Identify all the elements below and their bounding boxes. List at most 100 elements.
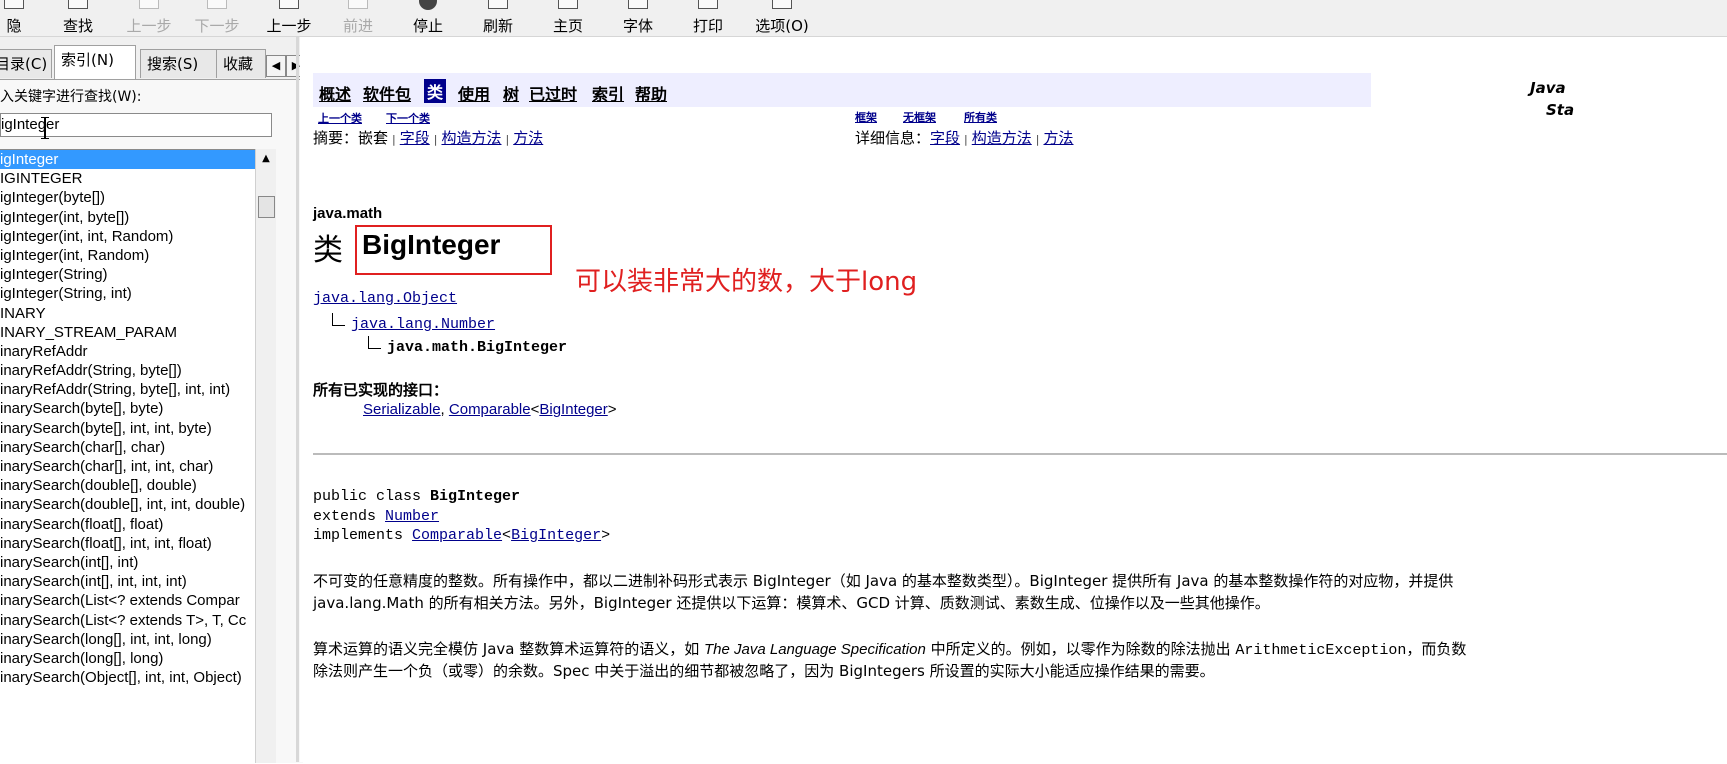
class-name: BigInteger [362, 229, 501, 260]
summary-method-link[interactable]: 方法 [513, 129, 543, 147]
font-button[interactable]: 字体 [620, 0, 656, 36]
list-item[interactable]: inarySearch(double[], double) [0, 476, 255, 495]
list-item[interactable]: inarySearch(long[], long) [0, 649, 255, 668]
navigation-pane: 目录(C) 索引(N) 搜索(S) 收藏 ◀ ▶ 入关键字进行查找(W): ig… [0, 37, 306, 764]
pane-splitter[interactable] [296, 37, 299, 762]
scroll-up-icon[interactable]: ▲ [256, 149, 276, 169]
all-classes-link[interactable]: 所有类 [964, 109, 997, 125]
list-item[interactable]: inarySearch(byte[], byte) [0, 399, 255, 418]
home-button[interactable]: 主页 [550, 0, 586, 36]
list-item[interactable]: inarySearch(Object[], int, int, Object) [0, 668, 255, 687]
index-list-scrollbar[interactable]: ▲ [255, 149, 276, 763]
list-item[interactable]: inarySearch(int[], int, int, int) [0, 572, 255, 591]
list-item[interactable]: igInteger(int, Random) [0, 246, 255, 265]
nav-help-link[interactable]: 帮助 [635, 81, 667, 105]
para2-spec-title: The Java Language Specification [704, 641, 926, 658]
arrow-up-icon [139, 0, 159, 9]
iface-biginteger-link[interactable]: BigInteger [539, 401, 607, 418]
tab-favorites[interactable]: 收藏 [216, 49, 266, 78]
list-item[interactable]: igInteger(String, int) [0, 284, 255, 303]
summary-field-link[interactable]: 字段 [400, 129, 430, 147]
list-item[interactable]: inarySearch(double[], int, int, double) [0, 495, 255, 514]
stop-button[interactable]: 停止 [410, 0, 446, 36]
forward-button-label: 前进 [342, 17, 373, 35]
description-para1-line1: 不可变的任意精度的整数。所有操作中，都以二进制补码形式表示 BigInteger… [313, 572, 1454, 590]
no-frames-link[interactable]: 无框架 [903, 109, 936, 125]
back-button[interactable]: 上一步 [264, 0, 314, 36]
serializable-link[interactable]: Serializable [363, 401, 441, 418]
hierarchy-object: java.lang.Object [313, 290, 457, 307]
decl-comparable-link[interactable]: Comparable [412, 527, 502, 544]
nav-use-link[interactable]: 使用 [458, 81, 490, 105]
list-item[interactable]: igInteger [0, 150, 255, 170]
prev-class-link[interactable]: 上一个类 [318, 110, 362, 126]
list-item[interactable]: inarySearch(float[], int, int, float) [0, 534, 255, 553]
description-para1-line2: java.lang.Math 的所有相关方法。另外，BigInteger 还提供… [313, 594, 1270, 612]
description-para2-line1: 算术运算的语义完全模仿 Java 整数算术运算符的语义，如 The Java L… [313, 638, 1466, 662]
previous-step-label: 上一步 [126, 17, 172, 35]
print-button[interactable]: 打印 [690, 0, 726, 36]
comparable-link[interactable]: Comparable [449, 401, 531, 418]
list-item[interactable]: igInteger(int, int, Random) [0, 227, 255, 246]
frames-link[interactable]: 框架 [855, 109, 877, 125]
index-list[interactable]: igInteger IGINTEGER igInteger(byte[]) igInt… [0, 149, 255, 764]
list-item[interactable]: inaryRefAddr(String, byte[], int, int) [0, 380, 255, 399]
stop-icon [419, 0, 437, 10]
declaration-line1: public class BigInteger [313, 488, 520, 505]
list-item[interactable]: inarySearch(char[], char) [0, 438, 255, 457]
next-step-button[interactable]: 下一步 [192, 0, 242, 36]
detail-method-link[interactable]: 方法 [1043, 129, 1073, 147]
previous-step-button[interactable]: 上一步 [124, 0, 174, 36]
list-item[interactable]: INARY [0, 304, 255, 323]
tab-contents[interactable]: 目录(C) [0, 49, 52, 78]
para2-text-b: 中所定义的。例如，以零作为除数的除法抛出 [925, 640, 1236, 658]
nav-package-link[interactable]: 软件包 [363, 81, 411, 105]
list-item[interactable]: inarySearch(long[], int, int, long) [0, 630, 255, 649]
options-button[interactable]: 选项(O) [750, 0, 814, 36]
detail-constructor-link[interactable]: 构造方法 [972, 129, 1032, 147]
summary-constructor-link[interactable]: 构造方法 [441, 129, 501, 147]
list-item[interactable]: igInteger(byte[]) [0, 188, 255, 207]
forward-button[interactable]: 前进 [340, 0, 376, 36]
refresh-button[interactable]: 刷新 [480, 0, 516, 36]
detail-field-link[interactable]: 字段 [930, 129, 960, 147]
nav-index-link[interactable]: 索引 [592, 81, 624, 105]
tab-index[interactable]: 索引(N) [54, 45, 136, 79]
next-step-label: 下一步 [194, 17, 240, 35]
nav-overview-link[interactable]: 概述 [319, 81, 351, 105]
nav-deprecated-link[interactable]: 已过时 [529, 81, 577, 105]
list-item[interactable]: inarySearch(char[], int, int, char) [0, 457, 255, 476]
decl-biginteger-link[interactable]: BigInteger [511, 527, 601, 544]
nav-tree-link[interactable]: 树 [503, 81, 519, 105]
refresh-button-label: 刷新 [482, 17, 513, 35]
decl-number-link[interactable]: Number [385, 508, 439, 525]
hide-button[interactable]: 隐藏 [0, 0, 28, 56]
list-item[interactable]: inarySearch(float[], float) [0, 515, 255, 534]
tab-search[interactable]: 搜索(S) [140, 49, 220, 78]
document-content: 概述 软件包 类 使用 树 已过时 索引 帮助 Java Sta 上一个类 下一… [300, 37, 1727, 762]
list-item[interactable]: inaryRefAddr(String, byte[]) [0, 361, 255, 380]
list-item[interactable]: inarySearch(int[], int) [0, 553, 255, 572]
number-link[interactable]: java.lang.Number [351, 316, 495, 333]
find-button[interactable]: 查找 [60, 0, 96, 36]
find-button-label: 查找 [62, 17, 93, 35]
list-item[interactable]: IGINTEGER [0, 169, 255, 188]
list-item[interactable]: inarySearch(byte[], int, int, byte) [0, 419, 255, 438]
object-link[interactable]: java.lang.Object [313, 290, 457, 307]
decl-class-name: BigInteger [430, 488, 521, 505]
list-item[interactable]: inaryRefAddr [0, 342, 255, 361]
next-class-link[interactable]: 下一个类 [386, 110, 430, 126]
list-item[interactable]: igInteger(int, byte[]) [0, 208, 255, 227]
java-std-header: Java Sta [1530, 77, 1574, 121]
hide-pane-icon [4, 0, 24, 9]
list-item[interactable]: igInteger(String) [0, 265, 255, 284]
class-word: 类 [313, 233, 343, 268]
scrollbar-thumb[interactable] [258, 196, 275, 218]
list-item[interactable]: INARY_STREAM_PARAM [0, 323, 255, 342]
list-item[interactable]: inarySearch(List<? extends Compar [0, 591, 255, 610]
decl-public: public class [313, 488, 431, 505]
list-item[interactable]: inarySearch(List<? extends T>, T, Cc [0, 611, 255, 630]
biginteger-class-path: java.math.BigInteger [387, 339, 568, 356]
tab-scroll-left-icon[interactable]: ◀ [266, 55, 286, 77]
section-divider [313, 453, 1727, 455]
